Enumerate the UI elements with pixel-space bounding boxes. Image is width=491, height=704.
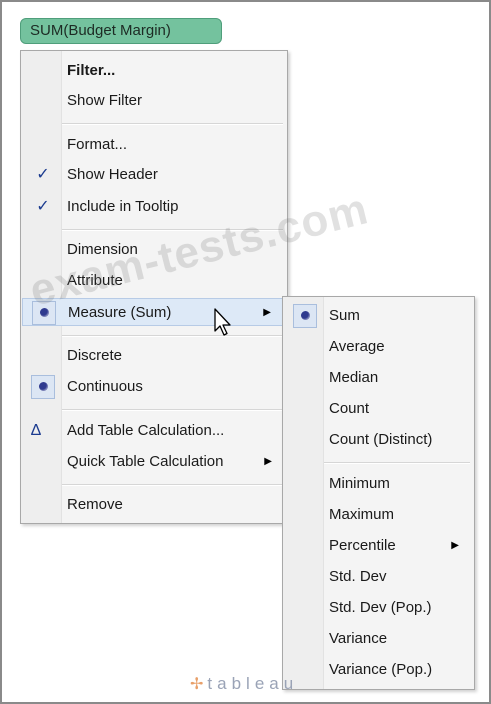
submenu-item-count[interactable]: Count (284, 395, 473, 423)
menu-item-show-header[interactable]: ✓ Show Header (22, 161, 286, 189)
menu-item-label: Std. Dev (Pop.) (329, 599, 432, 616)
menu-item-label: Add Table Calculation... (67, 422, 225, 439)
menu-item-label: Sum (329, 307, 360, 324)
menu-separator (62, 409, 283, 411)
submenu-item-maximum[interactable]: Maximum (284, 501, 473, 529)
menu-item-label: Show Header (67, 166, 158, 183)
menu-item-label: Count (329, 400, 370, 417)
menu-item-label: Maximum (329, 506, 395, 523)
menu-item-filter[interactable]: Filter... (22, 57, 286, 85)
submenu-arrow-icon: ▶ (264, 456, 272, 467)
menu-item-discrete[interactable]: Discrete (22, 342, 286, 370)
checkmark-icon: ✓ (36, 166, 50, 183)
submenu-item-std-dev-pop[interactable]: Std. Dev (Pop.) (284, 594, 473, 622)
menu-separator (324, 462, 470, 464)
checkmark-icon: ✓ (36, 198, 50, 215)
measure-submenu: Sum Average Median Count Count (Distinct… (282, 296, 475, 690)
menu-item-label: Percentile (329, 537, 396, 554)
menu-item-remove[interactable]: Remove (22, 491, 286, 519)
menu-separator (62, 123, 283, 125)
submenu-arrow-icon: ▶ (451, 540, 459, 551)
menu-item-label: Std. Dev (329, 568, 387, 585)
submenu-item-percentile[interactable]: Percentile ▶ (284, 532, 473, 560)
tableau-logo: ✢ tableau (190, 670, 298, 698)
submenu-arrow-icon: ▶ (263, 307, 271, 318)
menu-item-label: Filter... (67, 62, 116, 79)
menu-item-label: Variance (Pop.) (329, 661, 433, 678)
menu-separator (62, 484, 283, 486)
tableau-logo-mark-icon: ✢ (190, 676, 204, 693)
submenu-item-sum[interactable]: Sum (284, 302, 473, 330)
measure-pill[interactable]: SUM(Budget Margin) (20, 18, 222, 44)
menu-separator (62, 335, 283, 337)
menu-item-label: Variance (329, 630, 388, 647)
menu-item-label: Count (Distinct) (329, 431, 433, 448)
menu-item-label: Quick Table Calculation (67, 453, 224, 470)
menu-item-label: Include in Tooltip (67, 198, 179, 215)
tableau-logo-text: tableau (207, 674, 299, 693)
delta-icon: Δ (30, 422, 42, 439)
menu-item-label: Continuous (67, 378, 143, 395)
menu-item-label: Average (329, 338, 385, 355)
mouse-pointer-icon (214, 308, 231, 336)
submenu-item-variance-pop[interactable]: Variance (Pop.) (284, 656, 473, 684)
menu-item-label: Median (329, 369, 379, 386)
menu-item-continuous[interactable]: Continuous (22, 373, 286, 401)
radio-dot-icon (293, 304, 317, 328)
submenu-item-variance[interactable]: Variance (284, 625, 473, 653)
menu-item-label: Minimum (329, 475, 390, 492)
submenu-item-average[interactable]: Average (284, 333, 473, 361)
radio-dot-icon (31, 375, 55, 399)
menu-item-quick-table-calculation[interactable]: Quick Table Calculation ▶ (22, 448, 286, 476)
menu-item-format[interactable]: Format... (22, 131, 286, 159)
submenu-item-minimum[interactable]: Minimum (284, 470, 473, 498)
menu-item-label: Format... (67, 136, 128, 153)
submenu-item-count-distinct[interactable]: Count (Distinct) (284, 426, 473, 454)
submenu-item-median[interactable]: Median (284, 364, 473, 392)
menu-item-label: Discrete (67, 347, 123, 364)
menu-item-label: Show Filter (67, 92, 143, 109)
submenu-item-std-dev[interactable]: Std. Dev (284, 563, 473, 591)
menu-item-add-table-calculation[interactable]: Δ Add Table Calculation... (22, 417, 286, 445)
menu-item-label: Remove (67, 496, 123, 513)
menu-item-show-filter[interactable]: Show Filter (22, 87, 286, 115)
